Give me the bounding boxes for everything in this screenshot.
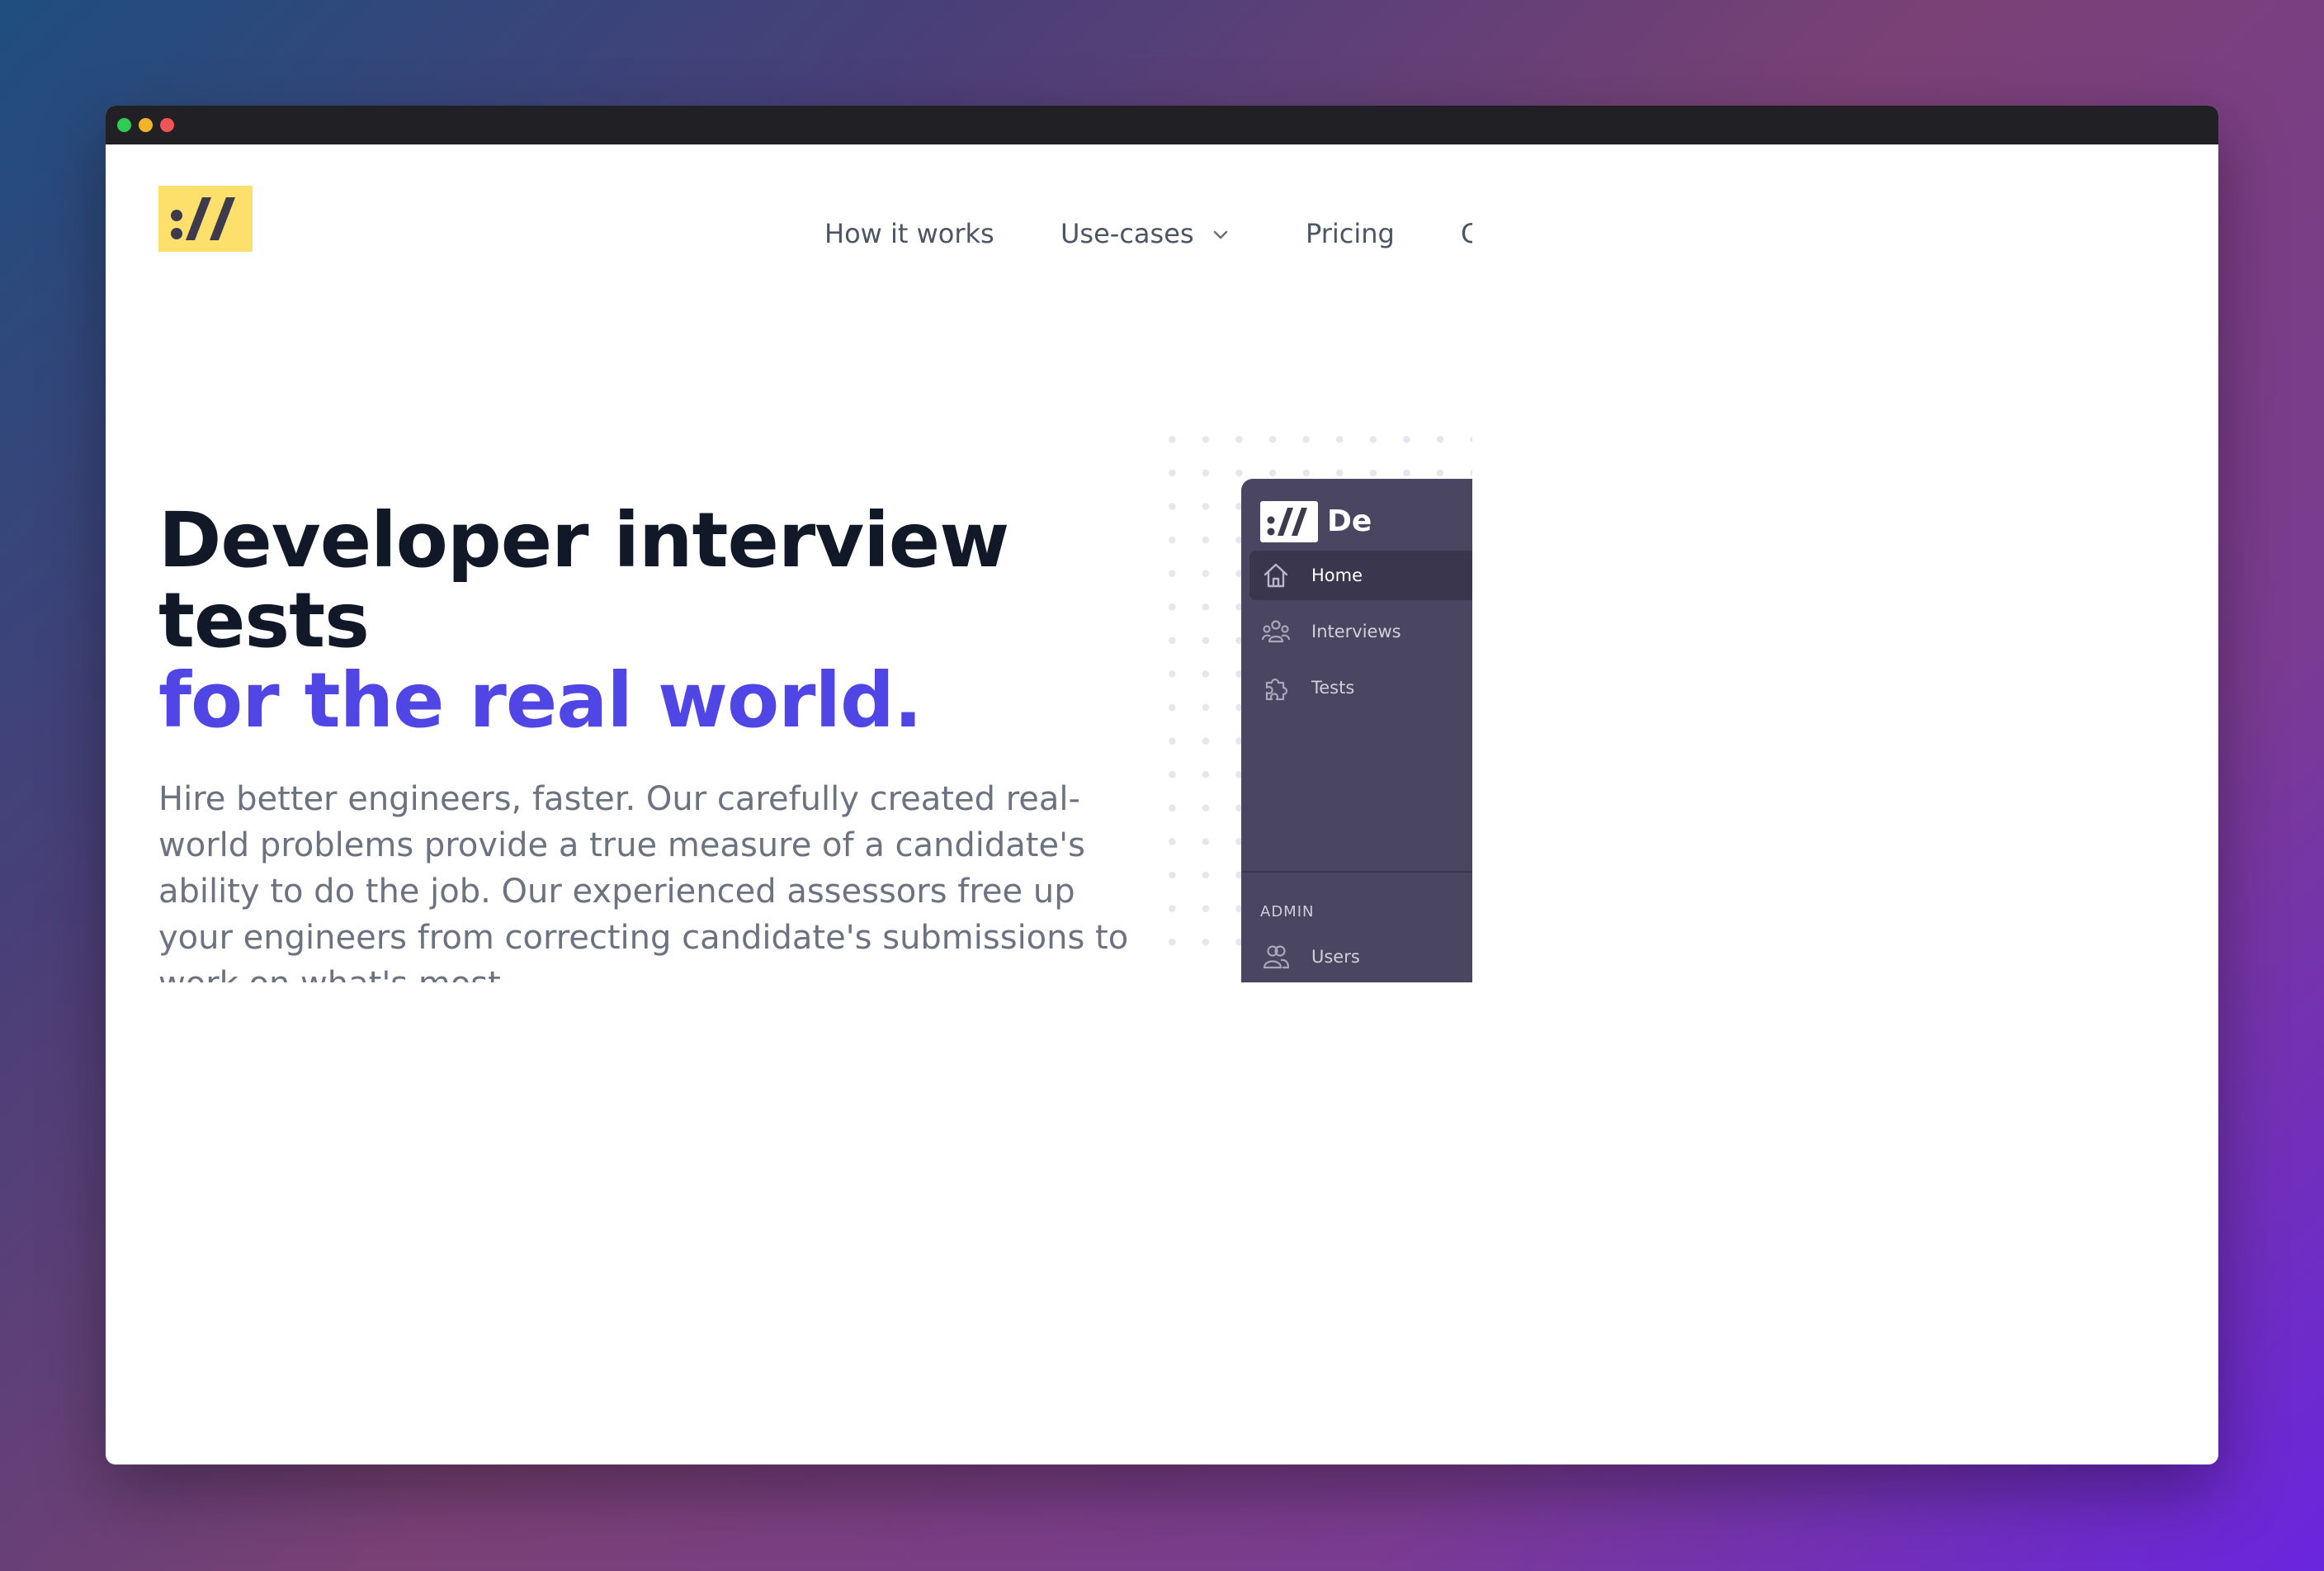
logo-mark-icon — [171, 197, 235, 240]
nav-clipped-item[interactable]: C — [1461, 201, 1472, 267]
puzzle-icon — [1261, 673, 1291, 703]
hero-title-line1: Developer interview tests — [158, 496, 1009, 665]
nav-use-cases-label: Use-cases — [1060, 218, 1194, 249]
app-nav-home[interactable]: Home — [1249, 551, 1472, 600]
users-icon — [1261, 942, 1291, 972]
browser-window: How it works Use-cases Pricing C Develop… — [106, 106, 2218, 1465]
main-nav: How it works Use-cases Pricing C — [766, 201, 1472, 267]
window-green-dot[interactable] — [117, 118, 131, 132]
app-title: De — [1327, 504, 1372, 538]
chevron-down-icon — [1211, 202, 1230, 267]
app-section-admin: ADMIN — [1260, 903, 1315, 920]
app-nav-users[interactable]: Users — [1249, 932, 1472, 982]
app-preview: De Home Interviews Tests ADMIN Users — [1241, 479, 1472, 982]
app-nav-home-label: Home — [1311, 565, 1363, 585]
app-nav-interviews-label: Interviews — [1311, 622, 1401, 641]
nav-how-it-works[interactable]: How it works — [824, 201, 994, 267]
app-nav-tests-label: Tests — [1311, 678, 1355, 698]
hero-description-wrapper: Hire better engineers, faster. Our caref… — [158, 776, 1132, 982]
app-nav-tests[interactable]: Tests — [1249, 663, 1472, 712]
nav-pricing[interactable]: Pricing — [1306, 201, 1395, 267]
app-logo-icon — [1260, 501, 1318, 542]
hero-description: Hire better engineers, faster. Our caref… — [158, 780, 1129, 982]
window-yellow-dot[interactable] — [139, 118, 153, 132]
hero-title-accent: for the real world. — [158, 656, 923, 745]
app-nav-users-label: Users — [1311, 947, 1360, 967]
app-nav-interviews[interactable]: Interviews — [1249, 607, 1472, 656]
hero-title: Developer interview tests for the real w… — [158, 500, 1165, 741]
app-sidebar-divider — [1241, 871, 1472, 873]
title-bar — [106, 106, 2218, 144]
home-icon — [1261, 561, 1291, 590]
people-icon — [1261, 617, 1291, 646]
window-red-dot[interactable] — [160, 118, 174, 132]
nav-use-cases[interactable]: Use-cases — [1060, 201, 1230, 267]
app-sidebar: De Home Interviews Tests ADMIN Users — [1241, 479, 1472, 982]
site-logo[interactable] — [158, 186, 253, 252]
